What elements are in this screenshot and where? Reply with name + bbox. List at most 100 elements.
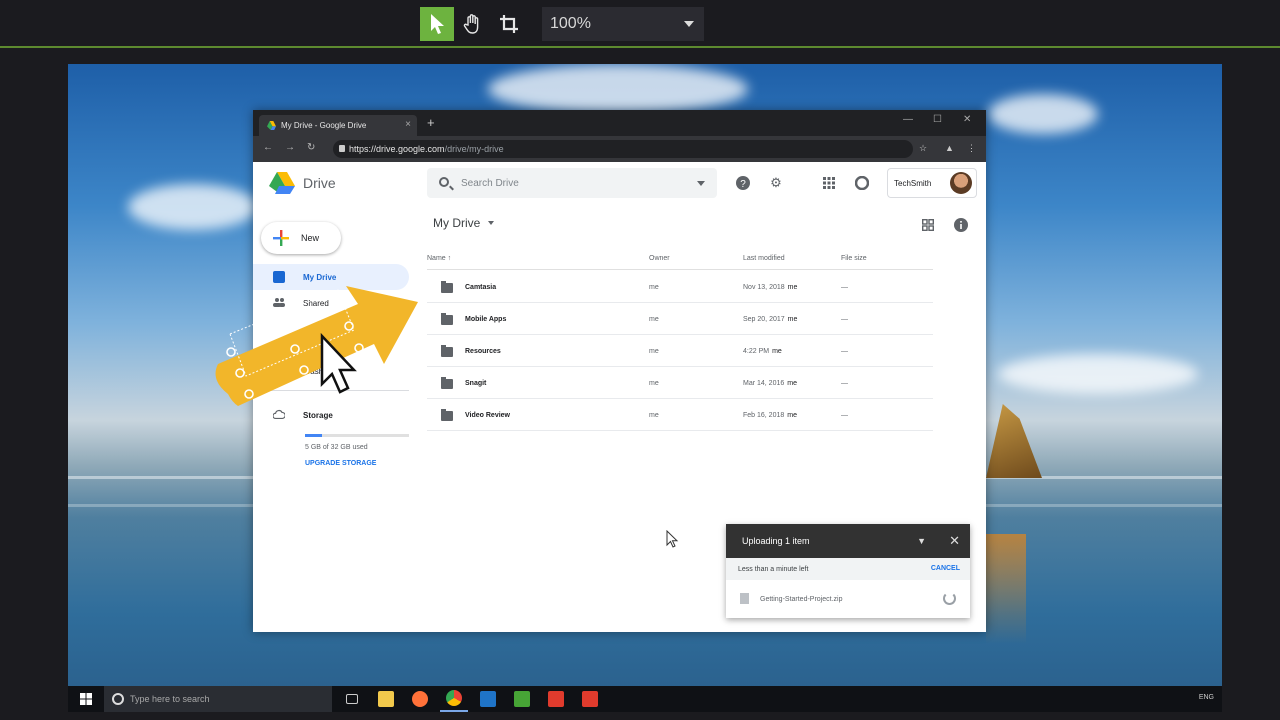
firefox-icon[interactable] [406,686,434,712]
pan-tool-button[interactable] [456,7,490,41]
file-modified: Nov 13, 2018 me [743,284,797,291]
new-button[interactable]: New [261,222,341,254]
file-name: Camtasia [465,284,497,291]
windows-start-icon[interactable] [68,686,104,712]
notifications-icon[interactable] [855,176,869,190]
window-close-icon[interactable]: ✕ [963,114,971,125]
column-header-last-modified[interactable]: Last modified [743,255,785,262]
table-row[interactable]: Camtasia me Nov 13, 2018 me — [427,271,933,303]
spinner-icon [943,592,956,605]
close-icon[interactable]: ✕ [949,533,960,549]
breadcrumb[interactable]: My Drive [433,216,495,230]
modified-date: Feb 16, 2018 [743,412,785,419]
sort-arrow-icon: ↑ [447,255,452,262]
breadcrumb-label: My Drive [433,216,481,230]
zip-file-icon [740,593,749,604]
lock-icon [339,145,345,152]
snagit-icon[interactable] [474,686,502,712]
file-size: — [841,412,848,419]
crop-tool-button[interactable] [492,7,526,41]
apps-grid-icon[interactable] [822,176,836,190]
tab-title: My Drive - Google Drive [281,121,367,130]
account-label: TechSmith [894,178,932,188]
cancel-upload-button[interactable]: CANCEL [931,565,960,572]
zoom-select[interactable]: 100% [542,7,704,41]
editor-toolbar: 100% [0,0,1280,48]
sky-cloud [998,354,1198,394]
star-icon[interactable]: ☆ [919,143,927,154]
search-options-icon[interactable] [697,181,705,186]
file-name: Video Review [465,412,511,419]
modified-date: Nov 13, 2018 [743,284,785,291]
table-row[interactable]: Snagit me Mar 14, 2016 me — [427,367,933,399]
minimize-icon[interactable]: — [903,114,913,125]
grid-view-icon[interactable] [921,218,935,232]
storage-progress-fill [305,434,322,437]
column-label: Name [427,255,446,262]
arrow-annotation[interactable] [208,284,428,414]
upgrade-storage-link[interactable]: UPGRADE STORAGE [305,460,376,467]
upload-status: Less than a minute left [738,565,809,573]
extension-icon[interactable]: ▲ [945,143,954,153]
svg-text:?: ? [740,179,746,190]
zoom-value: 100% [550,15,591,32]
file-size: — [841,284,848,291]
camtasia-recorder-icon[interactable] [576,686,604,712]
reload-icon[interactable]: ↻ [307,142,315,153]
search-icon [439,177,449,187]
maximize-icon[interactable]: ☐ [933,114,942,125]
camtasia-green-icon[interactable] [508,686,536,712]
shared-folder-icon [441,409,453,421]
modified-date: 4:22 PM [743,348,770,355]
drive-logo[interactable]: Drive [269,172,336,194]
hand-icon [463,14,479,34]
url-field[interactable]: https://drive.google.com/drive/my-drive [333,140,913,158]
upload-panel: Uploading 1 item ▼ ✕ Less than a minute … [726,524,970,618]
drive-app-name: Drive [303,175,336,191]
camtasia-red-icon[interactable] [542,686,570,712]
file-explorer-icon[interactable] [372,686,400,712]
new-tab-icon[interactable]: + [427,115,435,130]
task-view-icon[interactable] [338,686,366,712]
select-tool-button[interactable] [420,7,454,41]
table-row[interactable]: Mobile Apps me Sep 20, 2017 me — [427,303,933,335]
plus-icon [273,230,289,246]
column-header-owner[interactable]: Owner [649,255,670,262]
file-modified: Feb 16, 2018 me [743,412,797,419]
help-icon[interactable]: ? [736,176,750,190]
url-host: https://drive.google.com [349,144,445,154]
shared-folder-icon [441,345,453,357]
close-icon[interactable]: × [405,119,411,130]
chrome-icon[interactable] [440,686,468,712]
drive-search-input[interactable]: Search Drive [427,168,717,198]
gear-icon[interactable]: ⚙ [769,175,783,190]
language-indicator[interactable]: ENG [1199,694,1214,701]
back-icon[interactable]: ← [263,142,273,153]
column-header-file-size[interactable]: File size [841,255,867,262]
drive-logo-icon [269,172,295,194]
forward-icon[interactable]: → [285,142,295,153]
modified-by: me [772,348,782,355]
drive-folder-icon [273,271,285,283]
url-path: /drive/my-drive [444,144,504,154]
table-row[interactable]: Video Review me Feb 16, 2018 me — [427,399,933,431]
recording-canvas[interactable]: My Drive - Google Drive × + — ☐ ✕ ← → ↻ … [68,64,1222,712]
browser-tab[interactable]: My Drive - Google Drive × [259,115,417,136]
tab-strip: My Drive - Google Drive × + — ☐ ✕ [253,110,986,136]
file-name: Resources [465,348,501,355]
shared-folder-icon [441,313,453,325]
chevron-down-icon[interactable]: ▼ [917,536,926,546]
table-row[interactable]: Resources me 4:22 PM me — [427,335,933,367]
taskbar-search-input[interactable]: Type here to search [104,686,332,712]
upload-filename: Getting-Started-Project.zip [760,595,843,603]
upload-status-bar: Less than a minute left CANCEL [726,558,970,580]
file-size: — [841,380,848,387]
column-header-name[interactable]: Name ↑ [427,255,451,262]
file-owner: me [649,284,659,291]
file-owner: me [649,316,659,323]
file-size: — [841,348,848,355]
more-menu-icon[interactable]: ⋮ [967,143,976,154]
sky-cloud [488,64,748,114]
info-icon[interactable] [954,218,968,232]
account-button[interactable]: TechSmith [887,168,977,198]
